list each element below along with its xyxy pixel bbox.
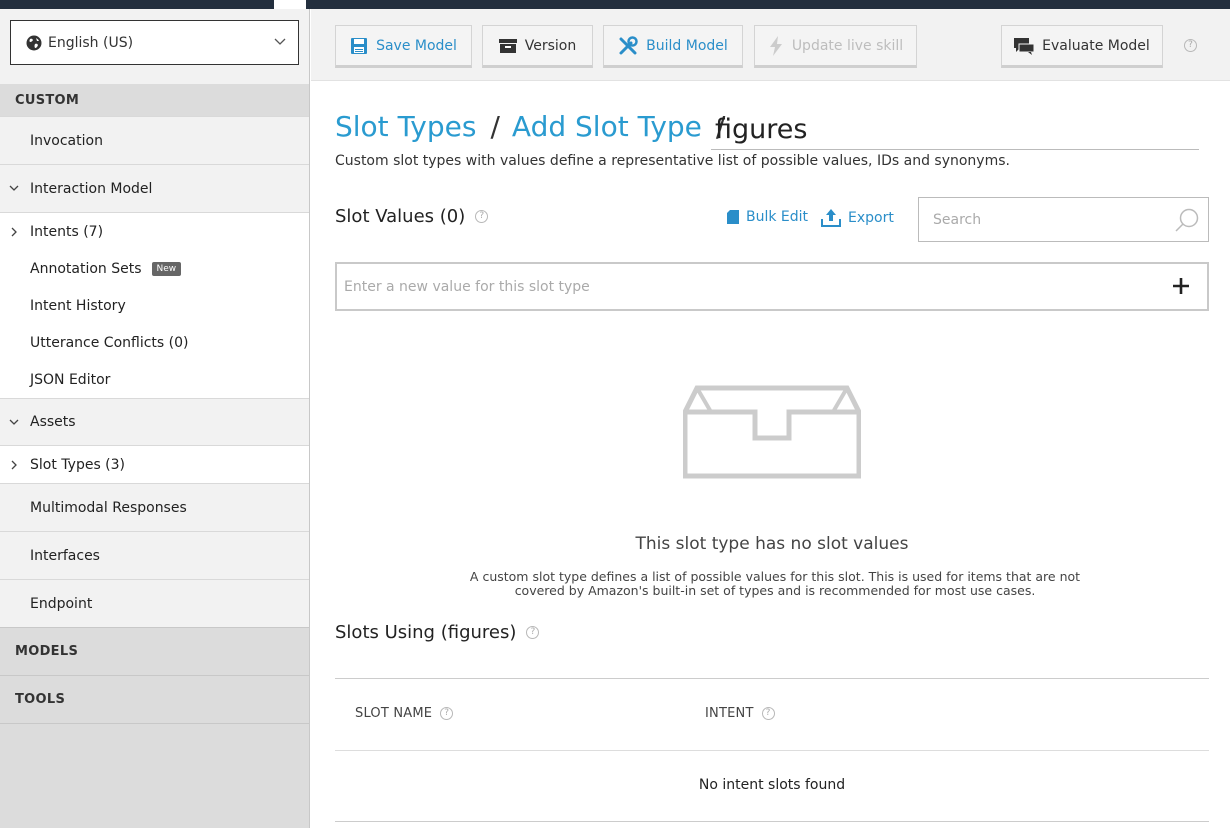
sidebar-item-label: Interaction Model bbox=[30, 180, 153, 197]
bulk-edit-link[interactable]: Bulk Edit bbox=[727, 209, 808, 225]
column-header-label: SLOT NAME bbox=[355, 706, 433, 721]
help-icon[interactable]: ? bbox=[1184, 39, 1197, 52]
sidebar-item-label: Slot Types (3) bbox=[30, 456, 126, 473]
chevron-down-icon bbox=[9, 185, 19, 191]
sidebar-item-intent-history[interactable]: Intent History bbox=[0, 287, 309, 324]
update-live-skill-label: Update live skill bbox=[791, 37, 904, 54]
chevron-down-icon bbox=[274, 38, 286, 45]
inbox-icon bbox=[683, 385, 861, 479]
help-icon[interactable]: ? bbox=[526, 626, 540, 639]
sidebar-item-utterance-conflicts[interactable]: Utterance Conflicts (0) bbox=[0, 324, 309, 361]
sidebar-item-endpoint[interactable]: Endpoint bbox=[0, 579, 309, 627]
export-link[interactable]: Export bbox=[821, 209, 894, 227]
chevron-down-icon bbox=[9, 419, 19, 425]
slot-values-heading: Slot Values (0) ? bbox=[335, 206, 489, 227]
table-divider bbox=[335, 678, 1209, 679]
evaluate-model-button[interactable]: Evaluate Model bbox=[1001, 25, 1163, 68]
save-icon bbox=[351, 37, 368, 54]
new-badge: New bbox=[151, 261, 182, 276]
sidebar-item-label: Intent History bbox=[30, 297, 126, 314]
version-button[interactable]: Version bbox=[482, 25, 593, 68]
column-header-label: INTENT bbox=[705, 706, 754, 721]
sidebar: English (US) CUSTOM Invocation Interacti… bbox=[0, 9, 310, 828]
sidebar-item-label: Utterance Conflicts (0) bbox=[30, 334, 189, 351]
sidebar-item-label: JSON Editor bbox=[30, 371, 111, 388]
build-model-label: Build Model bbox=[646, 37, 728, 54]
evaluate-model-label: Evaluate Model bbox=[1042, 37, 1150, 54]
empty-state-description: A custom slot type defines a list of pos… bbox=[469, 569, 1081, 598]
chevron-right-icon bbox=[11, 460, 17, 470]
export-label: Export bbox=[848, 210, 894, 226]
breadcrumb-add-slot-type[interactable]: Add Slot Type bbox=[512, 110, 702, 143]
lightning-icon bbox=[769, 35, 782, 56]
empty-state-title: This slot type has no slot values bbox=[635, 534, 909, 554]
page-subtitle: Custom slot types with values define a r… bbox=[335, 153, 1010, 169]
sidebar-item-intents[interactable]: Intents (7) bbox=[0, 212, 309, 250]
column-header-intent: INTENT ? bbox=[705, 706, 775, 721]
save-model-label: Save Model bbox=[376, 37, 457, 54]
slot-type-name-input[interactable] bbox=[711, 110, 1199, 150]
search-box bbox=[918, 197, 1209, 242]
new-value-input[interactable] bbox=[337, 264, 1157, 309]
section-header-custom: CUSTOM bbox=[0, 84, 309, 116]
add-value-button[interactable] bbox=[1169, 274, 1193, 298]
slots-using-title: Slots Using (figures) bbox=[335, 622, 517, 643]
globe-icon bbox=[26, 35, 42, 50]
sidebar-item-label: Interfaces bbox=[30, 547, 100, 564]
sidebar-item-slot-types[interactable]: Slot Types (3) bbox=[0, 445, 309, 483]
sidebar-item-assets[interactable]: Assets bbox=[0, 398, 309, 445]
sidebar-item-invocation[interactable]: Invocation bbox=[0, 116, 309, 164]
table-divider bbox=[335, 821, 1209, 822]
section-header-tools[interactable]: TOOLS bbox=[0, 675, 309, 724]
toolbar: Save Model Version Build Model Update li… bbox=[311, 9, 1230, 81]
locale-select[interactable]: English (US) bbox=[10, 20, 299, 65]
bulk-edit-label: Bulk Edit bbox=[746, 209, 809, 225]
document-icon bbox=[727, 210, 739, 224]
save-model-button[interactable]: Save Model bbox=[335, 25, 472, 68]
breadcrumb-separator: / bbox=[490, 110, 500, 143]
new-value-field bbox=[335, 262, 1209, 311]
archive-icon bbox=[498, 38, 517, 53]
table-divider bbox=[335, 750, 1209, 751]
search-input[interactable] bbox=[919, 198, 1169, 241]
sidebar-item-annotation-sets[interactable]: Annotation Sets New bbox=[0, 250, 309, 287]
update-live-skill-button[interactable]: Update live skill bbox=[754, 25, 917, 68]
sidebar-item-label: Endpoint bbox=[30, 595, 93, 612]
upload-icon bbox=[821, 209, 841, 227]
sidebar-item-json-editor[interactable]: JSON Editor bbox=[0, 361, 309, 398]
chevron-right-icon bbox=[11, 227, 17, 237]
sidebar-item-label: Assets bbox=[30, 414, 76, 430]
top-nav-tab[interactable] bbox=[274, 0, 306, 9]
breadcrumb: Slot Types / Add Slot Type / bbox=[335, 110, 1199, 152]
sidebar-item-interaction-model[interactable]: Interaction Model bbox=[0, 164, 309, 212]
sidebar-item-label: Invocation bbox=[30, 132, 103, 149]
build-model-button[interactable]: Build Model bbox=[603, 25, 743, 68]
sidebar-item-multimodal-responses[interactable]: Multimodal Responses bbox=[0, 483, 309, 531]
tools-icon bbox=[619, 35, 638, 54]
sidebar-item-label: Multimodal Responses bbox=[30, 499, 187, 516]
breadcrumb-slot-types[interactable]: Slot Types bbox=[335, 110, 476, 143]
search-icon[interactable] bbox=[1174, 208, 1200, 234]
section-header-models[interactable]: MODELS bbox=[0, 627, 309, 675]
slot-values-title: Slot Values (0) bbox=[335, 206, 466, 227]
sidebar-item-interfaces[interactable]: Interfaces bbox=[0, 531, 309, 579]
empty-table-message: No intent slots found bbox=[698, 777, 846, 793]
chat-icon bbox=[1014, 37, 1035, 55]
help-icon[interactable]: ? bbox=[475, 210, 489, 223]
slots-using-heading: Slots Using (figures) ? bbox=[335, 622, 540, 643]
locale-label: English (US) bbox=[48, 34, 134, 51]
sidebar-item-label: Intents (7) bbox=[30, 223, 104, 240]
top-nav-bar bbox=[0, 0, 1230, 9]
help-icon[interactable]: ? bbox=[761, 707, 775, 720]
version-label: Version bbox=[524, 37, 577, 54]
sidebar-item-label: Annotation Sets bbox=[30, 260, 142, 277]
column-header-slot-name: SLOT NAME ? bbox=[355, 706, 454, 721]
help-icon[interactable]: ? bbox=[440, 707, 454, 720]
